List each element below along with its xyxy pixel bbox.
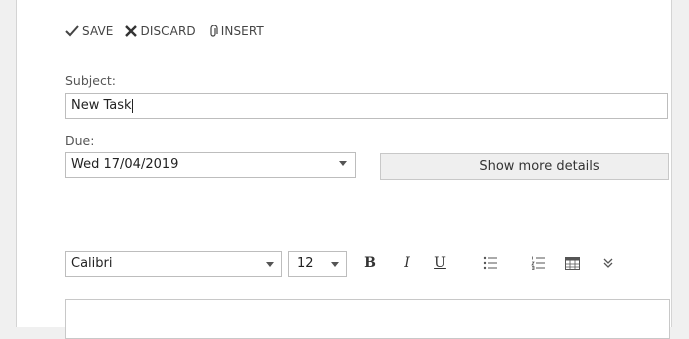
close-icon xyxy=(125,25,138,37)
numbered-list-button[interactable] xyxy=(530,254,546,272)
font-size-value: 12 xyxy=(297,256,314,271)
more-formatting-button[interactable] xyxy=(601,254,615,272)
text-cursor xyxy=(131,98,133,113)
font-size-select[interactable]: 12 xyxy=(288,251,347,277)
insert-button[interactable]: INSERT xyxy=(208,24,264,38)
insert-table-button[interactable] xyxy=(564,254,580,272)
chevron-down-icon xyxy=(339,161,347,166)
bulleted-list-icon xyxy=(483,256,497,270)
bulleted-list-button[interactable] xyxy=(482,254,498,272)
insert-label: INSERT xyxy=(220,24,264,38)
table-icon xyxy=(564,256,580,270)
discard-button[interactable]: DISCARD xyxy=(125,24,196,38)
numbered-list-icon xyxy=(530,256,545,270)
due-label: Due: xyxy=(65,133,95,148)
task-body-editor[interactable] xyxy=(65,299,670,339)
due-date-select[interactable]: Wed 17/04/2019 xyxy=(65,152,356,178)
show-more-details-button[interactable]: Show more details xyxy=(380,153,669,180)
font-family-value: Calibri xyxy=(71,256,113,271)
italic-button[interactable]: I xyxy=(398,254,416,272)
task-editor-panel: SAVE DISCARD INSERT Subject: New Task Du… xyxy=(16,0,672,339)
due-date-value: Wed 17/04/2019 xyxy=(71,157,179,172)
command-toolbar: SAVE DISCARD INSERT xyxy=(65,22,276,40)
font-family-select[interactable]: Calibri xyxy=(65,251,282,277)
underline-button[interactable]: U xyxy=(431,254,449,272)
discard-label: DISCARD xyxy=(140,24,196,38)
paperclip-icon xyxy=(210,24,218,37)
chevron-down-icon xyxy=(331,262,339,267)
subject-value: New Task xyxy=(71,98,132,113)
bold-button[interactable]: B xyxy=(361,254,379,272)
save-label: SAVE xyxy=(82,24,114,38)
double-chevron-down-icon xyxy=(603,258,613,268)
subject-input[interactable]: New Task xyxy=(65,93,668,119)
subject-label: Subject: xyxy=(65,73,116,88)
chevron-down-icon xyxy=(266,262,274,267)
checkmark-icon xyxy=(65,25,79,37)
save-button[interactable]: SAVE xyxy=(65,24,113,38)
